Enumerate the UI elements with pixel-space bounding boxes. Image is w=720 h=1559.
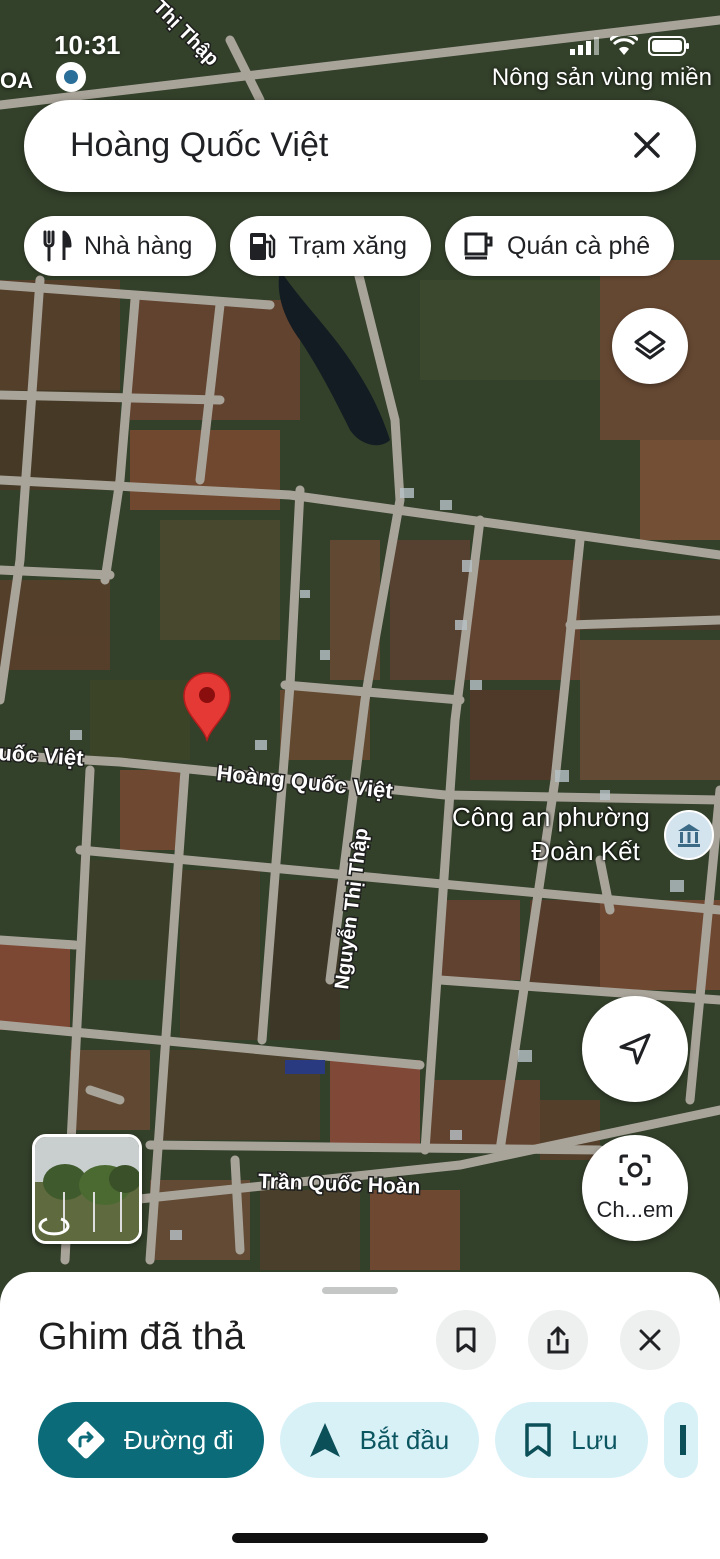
dropped-pin-marker[interactable] — [180, 670, 234, 742]
home-indicator — [232, 1533, 488, 1543]
more-actions-button[interactable] — [663, 1402, 698, 1478]
signal-icon — [570, 37, 599, 55]
start-button-label: Bắt đầu — [359, 1424, 450, 1455]
chip-coffee[interactable]: Quán cà phê — [445, 216, 675, 276]
status-left-clip-text: OA — [0, 68, 33, 93]
start-button[interactable]: Bắt đầu — [279, 1402, 480, 1478]
partial-action-icon — [679, 1425, 686, 1455]
poi-police-station-label[interactable]: Công an phường Đoàn Kết — [452, 800, 650, 868]
battery-icon — [648, 36, 689, 56]
coffee-icon — [464, 232, 493, 260]
street-view-thumbnail[interactable] — [32, 1134, 142, 1244]
chip-gas-stations[interactable]: Trạm xăng — [230, 216, 431, 276]
status-time: 10:31 — [54, 30, 121, 60]
lens-button[interactable]: Ch...em — [582, 1135, 688, 1241]
navigation-arrow-icon — [619, 1033, 651, 1065]
save-button[interactable]: Lưu — [495, 1402, 648, 1478]
close-sheet-button[interactable] — [620, 1310, 680, 1370]
bookmark-icon — [456, 1327, 476, 1353]
save-icon-button[interactable] — [436, 1310, 496, 1370]
share-button[interactable] — [528, 1310, 588, 1370]
close-icon — [639, 1329, 661, 1351]
search-bar[interactable]: Hoàng Quốc Việt — [24, 100, 696, 192]
chip-coffee-label: Quán cà phê — [507, 231, 651, 260]
wifi-icon — [610, 36, 638, 55]
chip-restaurants[interactable]: Nhà hàng — [24, 216, 217, 276]
my-location-button[interactable] — [582, 996, 688, 1102]
directions-button[interactable]: Đường đi — [38, 1402, 264, 1478]
sheet-action-buttons: Đường đi Bắt đầu Lưu — [38, 1402, 698, 1478]
layers-icon — [634, 330, 666, 360]
lens-button-label: Ch...em — [596, 1197, 674, 1222]
poi-label-line1: Công an phường — [452, 802, 650, 832]
bookmark-icon — [525, 1423, 552, 1457]
poi-label-line2: Đoàn Kết — [531, 836, 640, 866]
directions-button-label: Đường đi — [124, 1424, 234, 1455]
status-carrier-text: Nông sản vùng miền — [491, 64, 712, 91]
status-bar: 10:31 OA Nông sản vùng miền — [0, 28, 720, 93]
chip-restaurants-label: Nhà hàng — [84, 231, 193, 260]
restaurant-icon — [43, 230, 72, 262]
sheet-title: Ghim đã thả — [38, 1316, 245, 1358]
location-dot-icon — [56, 62, 86, 92]
close-icon — [634, 132, 660, 158]
navigation-arrow-icon — [309, 1423, 340, 1457]
camera-lens-icon — [619, 1154, 651, 1186]
share-icon — [547, 1326, 569, 1354]
gas-station-icon — [250, 233, 276, 260]
chip-gas-stations-label: Trạm xăng — [288, 231, 407, 260]
directions-icon — [67, 1421, 105, 1459]
map-layers-button[interactable] — [612, 308, 688, 384]
search-query[interactable]: Hoàng Quốc Việt — [70, 126, 328, 165]
category-chips: Nhà hàng Trạm xăng Quán cà phê — [24, 216, 720, 276]
clear-search-button[interactable] — [624, 122, 670, 168]
police-station-icon[interactable] — [664, 810, 714, 860]
sheet-drag-handle[interactable] — [322, 1287, 398, 1294]
save-button-label: Lưu — [571, 1424, 618, 1455]
place-bottom-sheet[interactable]: Ghim đã thả Đường đi Bắt đầu Lưu — [0, 1272, 720, 1559]
